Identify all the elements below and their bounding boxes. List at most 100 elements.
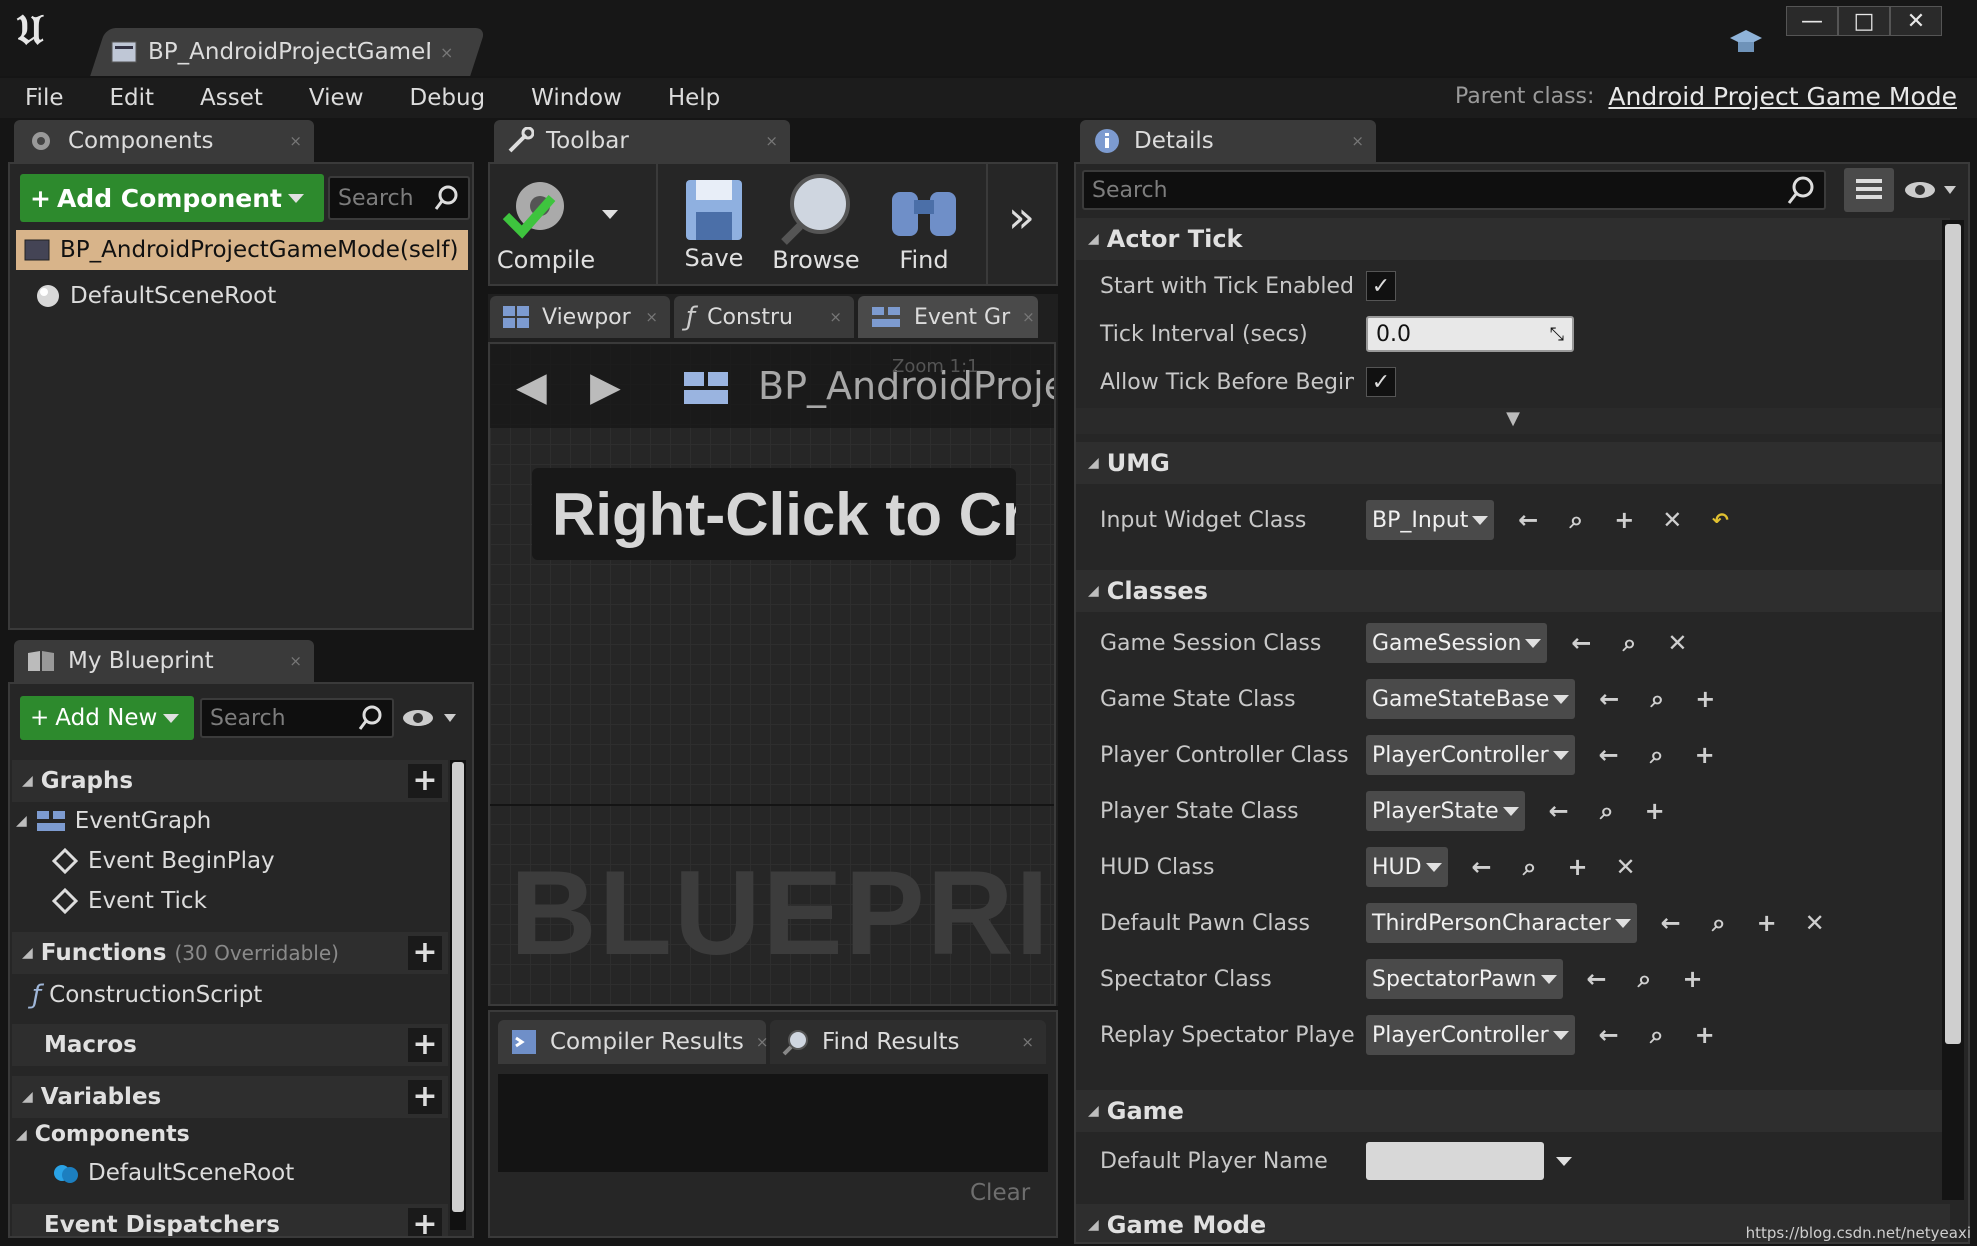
parent-class-link[interactable]: Android Project Game Mode	[1608, 82, 1957, 111]
add-component-button[interactable]: + Add Component	[20, 174, 324, 222]
clear-x-icon[interactable]: ✕	[1602, 853, 1650, 881]
start-tick-checkbox[interactable]: ✓	[1366, 271, 1396, 301]
details-tab[interactable]: Details ×	[1080, 120, 1376, 162]
browse-search-icon[interactable]: ⌕	[1621, 965, 1669, 993]
reset-default-icon[interactable]: ↶	[1696, 508, 1744, 532]
tab-construction[interactable]: ƒ Constru ×	[674, 296, 854, 338]
use-selected-arrow-icon[interactable]: ←	[1535, 797, 1583, 825]
close-button[interactable]: ✕	[1890, 6, 1942, 36]
browse-search-icon[interactable]: ⌕	[1633, 1021, 1681, 1049]
use-selected-arrow-icon[interactable]: ←	[1504, 506, 1552, 534]
browse-search-icon[interactable]: ⌕	[1506, 853, 1554, 881]
variables-components-group[interactable]: ◢ Components	[16, 1122, 190, 1147]
tab-close-icon[interactable]: ×	[765, 132, 778, 150]
tab-compiler-results[interactable]: Compiler Results ×	[498, 1020, 769, 1064]
functions-section[interactable]: ◢ Functions (30 Overridable) +	[12, 932, 448, 974]
compile-button[interactable]: Compile	[496, 170, 596, 282]
my-blueprint-tab[interactable]: My Blueprint ×	[14, 640, 314, 682]
components-tab[interactable]: Components ×	[14, 120, 314, 162]
tab-close-icon[interactable]: ×	[645, 308, 658, 326]
tab-close-icon[interactable]: ×	[1021, 1033, 1034, 1051]
player-controller-combo[interactable]: PlayerController	[1366, 735, 1575, 775]
default-pawn-combo[interactable]: ThirdPersonCharacter	[1366, 903, 1637, 943]
new-asset-plus-icon[interactable]: +	[1681, 685, 1729, 713]
scrollbar-thumb[interactable]	[452, 762, 464, 1212]
tab-find-results[interactable]: Find Results ×	[770, 1020, 1046, 1064]
event-tick-item[interactable]: Event Tick	[52, 888, 207, 914]
add-macro-button[interactable]: +	[408, 1028, 442, 1062]
new-asset-plus-icon[interactable]: +	[1743, 909, 1791, 937]
add-dispatcher-button[interactable]: +	[408, 1208, 442, 1236]
browse-search-icon[interactable]: ⌕	[1695, 909, 1743, 937]
new-asset-plus-icon[interactable]: +	[1669, 965, 1717, 993]
learn-cap-icon[interactable]	[1728, 28, 1764, 58]
clear-x-icon[interactable]: ✕	[1791, 909, 1839, 937]
default-player-name-input[interactable]	[1366, 1142, 1544, 1180]
menu-view[interactable]: View	[284, 85, 385, 111]
macros-section[interactable]: Macros +	[12, 1024, 448, 1066]
tab-close-icon[interactable]: ×	[440, 43, 453, 62]
input-widget-combo[interactable]: BP_Input	[1366, 500, 1495, 540]
replay-spectator-combo[interactable]: PlayerController	[1366, 1015, 1575, 1055]
my-blueprint-scrollbar[interactable]	[450, 760, 466, 1230]
component-root-item[interactable]: DefaultSceneRoot	[34, 282, 276, 310]
property-matrix-icon[interactable]	[1844, 168, 1894, 212]
details-scrollbar[interactable]	[1942, 220, 1964, 1200]
tab-close-icon[interactable]: ×	[756, 1033, 769, 1051]
dropdown-caret-icon[interactable]	[1556, 1156, 1572, 1166]
graph-canvas[interactable]: ◀ ▶ BP_AndroidProjec Zoom 1:1 Right-Clic…	[488, 342, 1056, 1006]
umg-section[interactable]: ◢ UMG	[1076, 442, 1950, 484]
event-graph-item[interactable]: ◢ EventGraph	[16, 808, 211, 834]
compiler-output-area[interactable]	[498, 1074, 1048, 1172]
add-graph-button[interactable]: +	[408, 764, 442, 798]
back-arrow-icon[interactable]: ◀	[516, 364, 547, 410]
use-selected-arrow-icon[interactable]: ←	[1647, 909, 1695, 937]
new-asset-plus-icon[interactable]: +	[1681, 741, 1729, 769]
use-selected-arrow-icon[interactable]: ←	[1573, 965, 1621, 993]
clear-x-icon[interactable]: ✕	[1653, 629, 1701, 657]
scrollbar-thumb[interactable]	[1945, 224, 1961, 1044]
menu-file[interactable]: File	[0, 85, 85, 111]
new-asset-plus-icon[interactable]: +	[1681, 1021, 1729, 1049]
browse-search-icon[interactable]: ⌕	[1633, 741, 1681, 769]
use-selected-arrow-icon[interactable]: ←	[1585, 741, 1633, 769]
maximize-button[interactable]: □	[1838, 6, 1890, 36]
browse-search-icon[interactable]: ⌕	[1583, 797, 1631, 825]
forward-arrow-icon[interactable]: ▶	[590, 364, 621, 410]
use-selected-arrow-icon[interactable]: ←	[1557, 629, 1605, 657]
my-blueprint-search-input[interactable]: Search	[200, 698, 394, 738]
save-button[interactable]: Save	[670, 170, 758, 282]
find-button[interactable]: Find	[874, 170, 974, 282]
variables-section[interactable]: ◢ Variables +	[12, 1076, 448, 1118]
variable-default-root[interactable]: DefaultSceneRoot	[52, 1160, 294, 1186]
add-new-button[interactable]: + Add New	[20, 696, 194, 740]
minimize-button[interactable]: —	[1786, 6, 1838, 36]
allow-tick-checkbox[interactable]: ✓	[1366, 367, 1396, 397]
toolbar-tab[interactable]: Toolbar ×	[494, 120, 790, 162]
construction-script-item[interactable]: ƒ ConstructionScript	[32, 980, 262, 1010]
add-function-button[interactable]: +	[408, 936, 442, 970]
menu-debug[interactable]: Debug	[385, 85, 507, 111]
game-section[interactable]: ◢ Game	[1076, 1090, 1950, 1132]
menu-window[interactable]: Window	[506, 85, 643, 111]
menu-edit[interactable]: Edit	[85, 85, 176, 111]
tick-interval-input[interactable]: 0.0 ⤡	[1366, 316, 1574, 352]
actor-tick-section[interactable]: ◢ Actor Tick	[1076, 218, 1950, 260]
clear-x-icon[interactable]: ✕	[1648, 506, 1696, 534]
add-variable-button[interactable]: +	[408, 1080, 442, 1114]
tab-close-icon[interactable]: ×	[1351, 132, 1364, 150]
game-session-combo[interactable]: GameSession	[1366, 623, 1548, 663]
details-search-input[interactable]: Search	[1082, 170, 1826, 210]
browse-button[interactable]: Browse	[766, 170, 866, 282]
browse-search-icon[interactable]: ⌕	[1605, 629, 1653, 657]
toolbar-overflow-button[interactable]: »	[1008, 192, 1035, 243]
compile-options-caret-icon[interactable]	[602, 210, 618, 219]
new-asset-plus-icon[interactable]: +	[1631, 797, 1679, 825]
event-dispatchers-section[interactable]: Event Dispatchers +	[12, 1204, 448, 1236]
use-selected-arrow-icon[interactable]: ←	[1585, 685, 1633, 713]
player-state-combo[interactable]: PlayerState	[1366, 791, 1525, 831]
menu-help[interactable]: Help	[643, 85, 741, 111]
game-state-combo[interactable]: GameStateBase	[1366, 679, 1576, 719]
graphs-section[interactable]: ◢ Graphs +	[12, 760, 448, 802]
tab-close-icon[interactable]: ×	[1022, 308, 1035, 326]
